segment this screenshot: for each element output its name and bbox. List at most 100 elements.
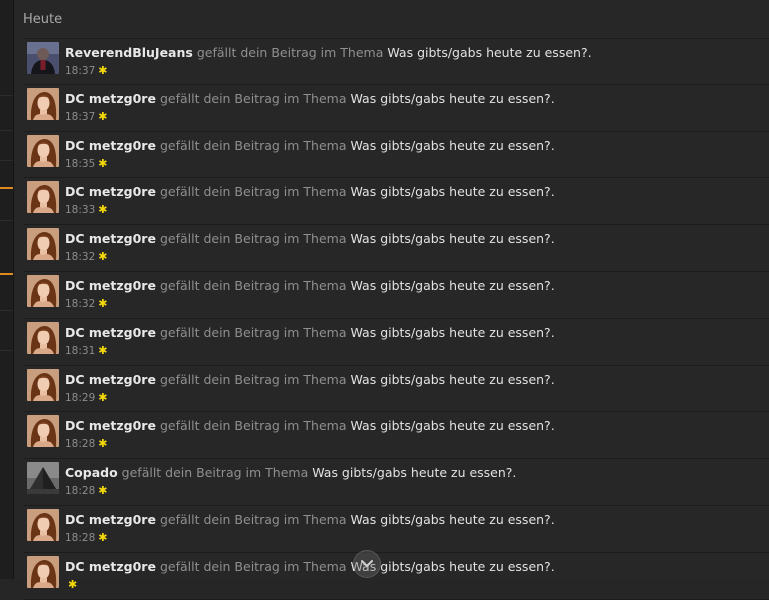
woman-portrait-avatar-icon[interactable] bbox=[27, 87, 59, 120]
sidebar-accent-marker bbox=[0, 273, 13, 275]
notification-text: DC metzg0re gefällt dein Beitrag im Them… bbox=[65, 184, 555, 199]
woman-portrait-avatar-icon[interactable] bbox=[27, 134, 59, 167]
username-link[interactable]: DC metzg0re bbox=[65, 372, 156, 387]
username-link[interactable]: DC metzg0re bbox=[65, 278, 156, 293]
thread-link[interactable]: Was gibts/gabs heute zu essen?. bbox=[350, 418, 554, 433]
notification-action: gefällt dein Beitrag im Thema bbox=[196, 45, 384, 60]
scroll-down-button[interactable] bbox=[353, 550, 381, 578]
woman-portrait-avatar-icon[interactable] bbox=[27, 368, 59, 401]
notification-text: DC metzg0re gefällt dein Beitrag im Them… bbox=[65, 512, 555, 527]
thread-link[interactable]: Was gibts/gabs heute zu essen?. bbox=[350, 231, 554, 246]
username-link[interactable]: ReverendBluJeans bbox=[65, 45, 193, 60]
thread-link[interactable]: Was gibts/gabs heute zu essen?. bbox=[350, 372, 554, 387]
notification-action: gefällt dein Beitrag im Thema bbox=[159, 418, 347, 434]
star-icon: ✱ bbox=[98, 343, 108, 357]
thread-link[interactable]: Was gibts/gabs heute zu essen?. bbox=[350, 325, 554, 340]
notification-meta: ✱ bbox=[65, 578, 77, 591]
notification-time: 18:32 bbox=[65, 297, 96, 310]
thread-link[interactable]: Was gibts/gabs heute zu essen?. bbox=[350, 278, 554, 293]
notification-time: 18:35 bbox=[65, 157, 96, 170]
thread-link[interactable]: Was gibts/gabs heute zu essen?. bbox=[350, 559, 554, 574]
notification-time: 18:28 bbox=[65, 438, 96, 451]
username-link[interactable]: DC metzg0re bbox=[65, 184, 156, 199]
notification-text: DC metzg0re gefällt dein Beitrag im Them… bbox=[65, 278, 555, 293]
username-link[interactable]: DC metzg0re bbox=[65, 138, 156, 153]
notification-action: gefällt dein Beitrag im Thema bbox=[159, 184, 347, 200]
sidebar-divider bbox=[0, 160, 13, 161]
notification-row[interactable]: DC metzg0re gefällt dein Beitrag im Them… bbox=[24, 85, 769, 132]
notification-text: DC metzg0re gefällt dein Beitrag im Them… bbox=[65, 559, 555, 574]
notification-row[interactable]: ReverendBluJeans gefällt dein Beitrag im… bbox=[24, 38, 769, 85]
notification-row[interactable]: Copado gefällt dein Beitrag im Thema Was… bbox=[24, 459, 769, 506]
notification-time: 18:33 bbox=[65, 204, 96, 217]
woman-portrait-avatar-icon[interactable] bbox=[27, 508, 59, 541]
pyramid-avatar-icon[interactable] bbox=[27, 462, 59, 495]
notification-row[interactable]: DC metzg0re gefällt dein Beitrag im Them… bbox=[24, 412, 769, 460]
thread-link[interactable]: Was gibts/gabs heute zu essen?. bbox=[350, 138, 554, 153]
woman-portrait-avatar-icon[interactable] bbox=[27, 415, 59, 448]
dark-figure-avatar-icon[interactable] bbox=[27, 42, 59, 74]
star-icon: ✱ bbox=[98, 296, 108, 310]
notification-row[interactable]: DC metzg0re gefällt dein Beitrag im Them… bbox=[24, 178, 769, 226]
woman-portrait-avatar-icon[interactable] bbox=[27, 181, 59, 214]
username-link[interactable]: DC metzg0re bbox=[65, 231, 156, 246]
notification-text: ReverendBluJeans gefällt dein Beitrag im… bbox=[65, 45, 592, 60]
notification-text: DC metzg0re gefällt dein Beitrag im Them… bbox=[65, 325, 555, 340]
star-icon: ✱ bbox=[98, 530, 108, 544]
notification-row[interactable]: DC metzg0re gefällt dein Beitrag im Them… bbox=[24, 225, 769, 272]
notification-row[interactable]: DC metzg0re gefällt dein Beitrag im Them… bbox=[24, 272, 769, 319]
notification-action: gefällt dein Beitrag im Thema bbox=[159, 137, 347, 153]
notification-row[interactable]: DC metzg0re gefällt dein Beitrag im Them… bbox=[24, 506, 769, 553]
notification-text: DC metzg0re gefällt dein Beitrag im Them… bbox=[65, 372, 555, 387]
notification-meta: 18:32 ✱ bbox=[65, 250, 107, 263]
woman-portrait-avatar-icon[interactable] bbox=[27, 274, 59, 307]
notification-text: DC metzg0re gefällt dein Beitrag im Them… bbox=[65, 138, 555, 153]
username-link[interactable]: DC metzg0re bbox=[65, 91, 156, 106]
woman-portrait-avatar-icon[interactable] bbox=[27, 555, 59, 588]
notification-meta: 18:31 ✱ bbox=[65, 344, 107, 357]
notification-meta: 18:29 ✱ bbox=[65, 391, 107, 404]
notification-action: gefällt dein Beitrag im Thema bbox=[159, 511, 347, 527]
notification-action: gefällt dein Beitrag im Thema bbox=[159, 90, 347, 106]
notification-time: 18:28 bbox=[65, 531, 96, 544]
notification-row[interactable]: DC metzg0re gefällt dein Beitrag im Them… bbox=[24, 132, 769, 179]
thread-link[interactable]: Was gibts/gabs heute zu essen?. bbox=[387, 45, 591, 60]
notification-meta: 18:37 ✱ bbox=[65, 64, 107, 77]
notification-row[interactable]: DC metzg0re gefällt dein Beitrag im Them… bbox=[24, 366, 769, 413]
notification-row[interactable]: DC metzg0re gefällt dein Beitrag im Them… bbox=[24, 319, 769, 366]
sidebar-divider bbox=[0, 95, 13, 96]
star-icon: ✱ bbox=[98, 203, 108, 217]
group-header-today: Heute bbox=[23, 12, 63, 27]
left-sidebar-strip bbox=[0, 0, 14, 579]
notification-meta: 18:28 ✱ bbox=[65, 484, 107, 497]
star-icon: ✱ bbox=[98, 156, 108, 170]
notification-text: DC metzg0re gefällt dein Beitrag im Them… bbox=[65, 91, 555, 106]
thread-link[interactable]: Was gibts/gabs heute zu essen?. bbox=[350, 512, 554, 527]
username-link[interactable]: DC metzg0re bbox=[65, 325, 156, 340]
notification-time: 18:37 bbox=[65, 65, 96, 77]
username-link[interactable]: DC metzg0re bbox=[65, 418, 156, 433]
notification-list: ReverendBluJeans gefällt dein Beitrag im… bbox=[24, 38, 769, 600]
thread-link[interactable]: Was gibts/gabs heute zu essen?. bbox=[350, 184, 554, 199]
chevron-down-icon bbox=[361, 560, 373, 567]
sidebar-accent-marker bbox=[0, 187, 13, 189]
username-link[interactable]: DC metzg0re bbox=[65, 559, 156, 574]
woman-portrait-avatar-icon[interactable] bbox=[27, 228, 59, 261]
notification-meta: 18:32 ✱ bbox=[65, 297, 107, 310]
star-icon: ✱ bbox=[98, 390, 108, 404]
notification-time: 18:28 bbox=[65, 485, 96, 498]
notification-text: DC metzg0re gefällt dein Beitrag im Them… bbox=[65, 418, 555, 433]
notification-action: gefällt dein Beitrag im Thema bbox=[121, 465, 309, 481]
notification-meta: 18:33 ✱ bbox=[65, 203, 107, 216]
thread-link[interactable]: Was gibts/gabs heute zu essen?. bbox=[312, 465, 516, 480]
star-icon: ✱ bbox=[68, 577, 78, 591]
notification-row[interactable]: DC metzg0re gefällt dein Beitrag im Them… bbox=[24, 553, 769, 600]
notification-meta: 18:28 ✱ bbox=[65, 531, 107, 544]
notification-meta: 18:28 ✱ bbox=[65, 437, 107, 450]
username-link[interactable]: DC metzg0re bbox=[65, 512, 156, 527]
thread-link[interactable]: Was gibts/gabs heute zu essen?. bbox=[350, 91, 554, 106]
woman-portrait-avatar-icon[interactable] bbox=[27, 321, 59, 354]
notification-text: DC metzg0re gefällt dein Beitrag im Them… bbox=[65, 231, 555, 246]
star-icon: ✱ bbox=[98, 64, 108, 77]
username-link[interactable]: Copado bbox=[65, 465, 118, 480]
